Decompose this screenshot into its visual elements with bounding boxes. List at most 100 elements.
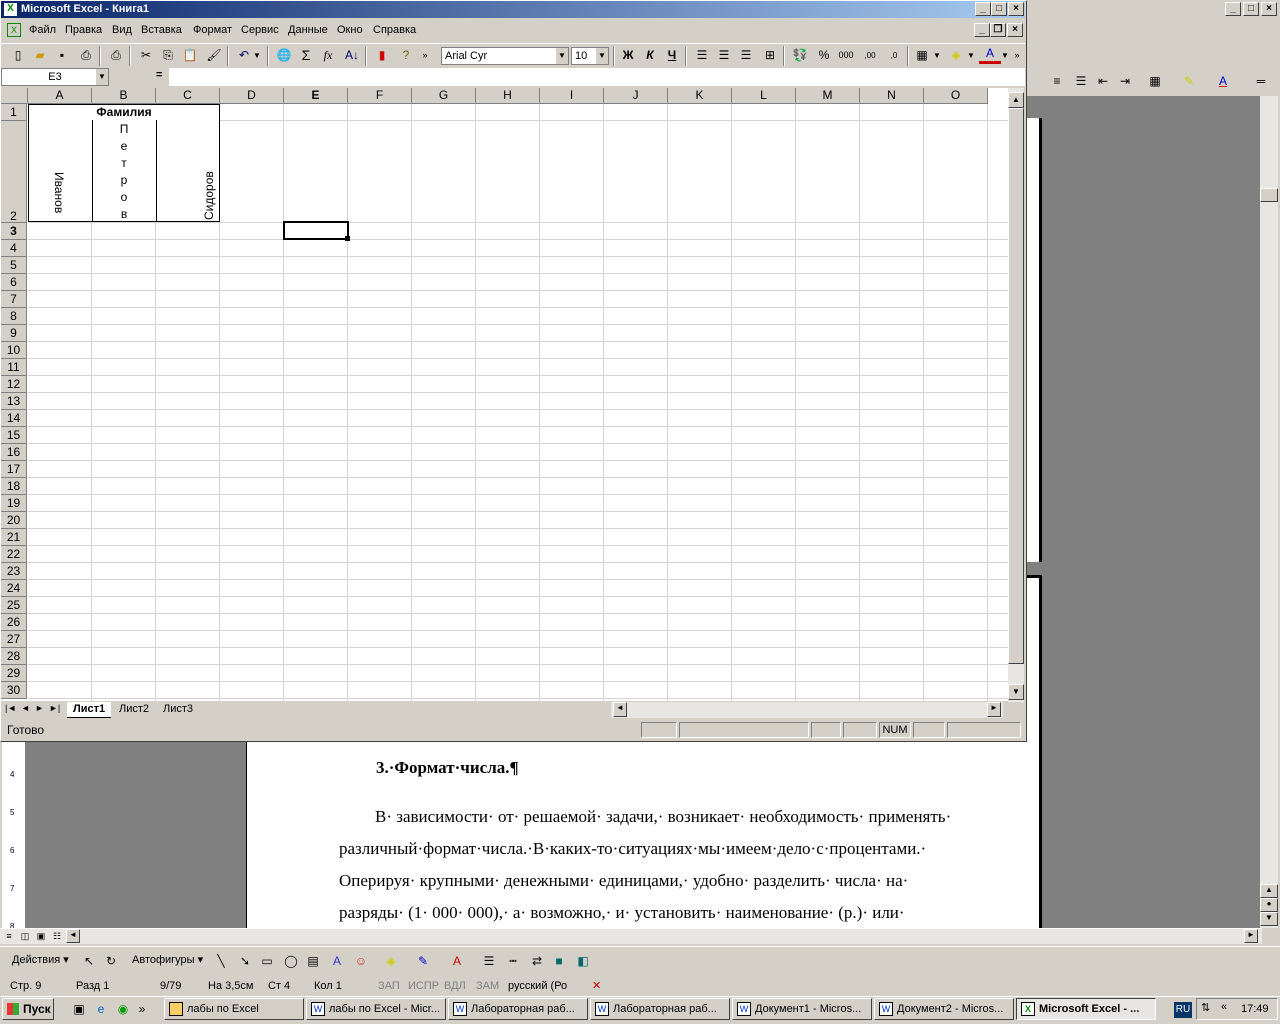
row-header-5[interactable]: 5 <box>1 257 27 274</box>
start-button[interactable]: Пуск <box>2 998 54 1020</box>
fill-color-icon[interactable]: ◈ <box>380 950 402 972</box>
line-color-icon[interactable]: ✎ <box>412 950 434 972</box>
column-header-F[interactable]: F <box>348 88 412 104</box>
permission-icon[interactable]: ⎙ <box>75 44 97 66</box>
excel-title-bar[interactable]: X Microsoft Excel - Книга1 _ □ × <box>1 1 1025 18</box>
font-name-select[interactable]: Arial Cyr ▼ <box>441 47 569 65</box>
word-vscroll[interactable]: ▲ ● ▼ <box>1260 96 1278 928</box>
new-icon[interactable]: ▯ <box>7 44 29 66</box>
fill-handle[interactable] <box>345 236 350 241</box>
row-header-3[interactable]: 3 <box>1 223 27 240</box>
menu-format[interactable]: Формат <box>193 24 232 36</box>
row-header-10[interactable]: 10 <box>1 342 27 359</box>
arrow-style-icon[interactable]: ⇄ <box>526 950 548 972</box>
task-lab-2[interactable]: W Лабораторная раб... <box>590 998 730 1020</box>
copy-icon[interactable]: ⎘ <box>157 44 179 66</box>
rectangle-icon[interactable]: ▭ <box>256 950 278 972</box>
decrease-decimal-icon[interactable]: ,0 <box>883 44 905 66</box>
borders-icon[interactable]: ▦ <box>911 44 933 66</box>
row-header-22[interactable]: 22 <box>1 546 27 563</box>
align-right-icon[interactable]: ☰ <box>735 44 757 66</box>
last-sheet-icon[interactable]: ►| <box>49 703 60 713</box>
font-color-icon[interactable]: A <box>1212 70 1234 92</box>
column-header-B[interactable]: B <box>92 88 156 104</box>
row-header-28[interactable]: 28 <box>1 648 27 665</box>
prev-sheet-icon[interactable]: ◄ <box>21 703 30 713</box>
column-header-I[interactable]: I <box>540 88 604 104</box>
chart-wizard-icon[interactable]: ▮ <box>371 44 393 66</box>
3d-icon[interactable]: ◧ <box>572 950 594 972</box>
row-header-8[interactable]: 8 <box>1 308 27 325</box>
row-header-1[interactable]: 1 <box>1 104 27 121</box>
fill-dropdown-icon[interactable]: ▼ <box>965 44 977 66</box>
browse-object-icon[interactable]: ● <box>1260 898 1278 912</box>
ie-icon[interactable]: e <box>90 998 112 1020</box>
row-header-11[interactable]: 11 <box>1 359 27 376</box>
row-header-24[interactable]: 24 <box>1 580 27 597</box>
formula-equals[interactable]: = <box>156 69 162 81</box>
menu-edit[interactable]: Правка <box>65 24 102 36</box>
menu-tools[interactable]: Сервис <box>241 24 279 36</box>
clipart-icon[interactable]: ☺ <box>350 950 372 972</box>
first-sheet-icon[interactable]: |◄ <box>5 703 16 713</box>
excel-minimize-button[interactable]: _ <box>975 2 991 16</box>
vscroll-down-icon[interactable]: ▼ <box>1008 684 1024 700</box>
next-sheet-icon[interactable]: ► <box>35 703 44 713</box>
sheet-tab-2[interactable]: Лист2 <box>115 702 153 718</box>
drawing-actions-menu[interactable]: Действия ▾ <box>12 953 69 966</box>
arrow-icon[interactable]: ➘ <box>234 950 256 972</box>
column-header-O[interactable]: O <box>924 88 988 104</box>
textbox-icon[interactable]: ▤ <box>302 950 324 972</box>
percent-icon[interactable]: % <box>813 44 835 66</box>
quicklaunch-more-icon[interactable]: » <box>136 998 148 1020</box>
toolbar-options-icon[interactable]: » <box>419 44 431 66</box>
word-minimize-button[interactable]: _ <box>1225 2 1241 16</box>
excel-vscroll[interactable]: ▲ ▼ <box>1008 88 1024 702</box>
column-header-D[interactable]: D <box>220 88 284 104</box>
spelling-status-icon[interactable]: ✕ <box>592 978 601 994</box>
italic-button[interactable]: К <box>639 44 661 66</box>
task-word-labs[interactable]: Wлабы по Excel - Micr... <box>306 998 446 1020</box>
open-icon[interactable]: ▰ <box>29 44 51 66</box>
paste-icon[interactable]: 📋 <box>179 44 201 66</box>
free-rotate-icon[interactable]: ↻ <box>100 950 122 972</box>
column-header-K[interactable]: K <box>668 88 732 104</box>
normal-view-icon[interactable]: ≡ <box>2 929 16 943</box>
workbook-close-button[interactable]: × <box>1007 23 1023 37</box>
highlight-icon[interactable]: ✎ <box>1178 70 1200 92</box>
increase-indent-icon[interactable]: ⇥ <box>1114 70 1136 92</box>
status-ext[interactable]: ВДЛ <box>444 978 466 994</box>
next-page-icon[interactable]: ▼ <box>1260 912 1278 926</box>
column-header-G[interactable]: G <box>412 88 476 104</box>
name-box[interactable]: E3 ▼ <box>1 68 109 86</box>
function-icon[interactable]: fx <box>317 44 339 66</box>
autosum-icon[interactable]: Σ <box>295 44 317 66</box>
numbering-icon[interactable]: ≡ <box>1046 70 1068 92</box>
outlook-icon[interactable]: ◉ <box>112 998 134 1020</box>
borders-dropdown-icon[interactable]: ▼ <box>931 44 943 66</box>
sheet-tab-1[interactable]: Лист1 <box>67 702 112 718</box>
vscroll-thumb[interactable] <box>1260 188 1278 202</box>
row-header-14[interactable]: 14 <box>1 410 27 427</box>
align-left-icon[interactable]: ☰ <box>691 44 713 66</box>
row-header-12[interactable]: 12 <box>1 376 27 393</box>
workbook-restore-button[interactable]: ❐ <box>990 23 1006 37</box>
row-header-30[interactable]: 30 <box>1 682 27 699</box>
workbook-minimize-button[interactable]: _ <box>974 23 990 37</box>
bold-button[interactable]: Ж <box>617 44 639 66</box>
merge-center-icon[interactable]: ⊞ <box>759 44 781 66</box>
format-painter-icon[interactable]: 🖌 <box>203 44 225 66</box>
row-header-19[interactable]: 19 <box>1 495 27 512</box>
word-hscroll-bar[interactable]: ≡ ◫ ▣ ☷ ◄ ► <box>0 928 1262 944</box>
bullets-icon[interactable]: ☰ <box>1070 70 1092 92</box>
row-header-20[interactable]: 20 <box>1 512 27 529</box>
column-header-M[interactable]: M <box>796 88 860 104</box>
thousands-icon[interactable]: 000 <box>835 44 857 66</box>
status-ovr[interactable]: ЗАМ <box>476 978 499 994</box>
select-all-corner[interactable] <box>1 88 28 104</box>
border-icon[interactable]: ▦ <box>1144 70 1166 92</box>
currency-icon[interactable]: 💱 <box>789 44 811 66</box>
prev-page-icon[interactable]: ▲ <box>1260 884 1278 898</box>
sheet-tab-3[interactable]: Лист3 <box>159 702 197 718</box>
select-pointer-icon[interactable]: ↖ <box>78 950 100 972</box>
